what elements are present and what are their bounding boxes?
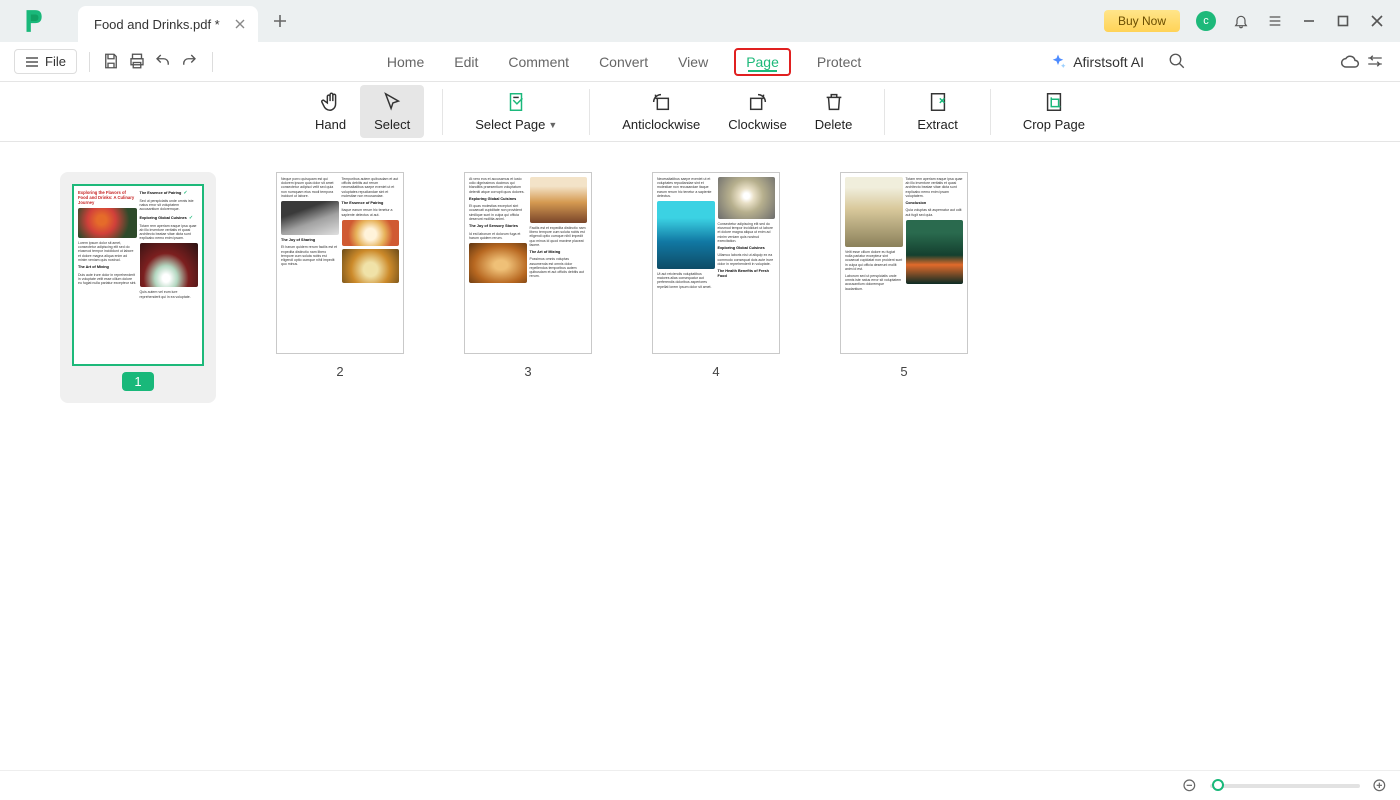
tool-anticlockwise[interactable]: Anticlockwise (608, 85, 714, 138)
crop-icon (1043, 91, 1065, 113)
rotate-right-icon (747, 91, 769, 113)
close-window-icon[interactable] (1368, 12, 1386, 30)
page-thumbnail-4[interactable]: Necessitatibus saepe eveniet ut et volup… (652, 172, 780, 379)
tool-clockwise[interactable]: Clockwise (714, 85, 801, 138)
tool-hand[interactable]: Hand (301, 85, 360, 138)
thumbnail-image (530, 177, 588, 223)
select-page-icon (505, 91, 527, 113)
document-tab-title: Food and Drinks.pdf * (94, 17, 220, 32)
thumbnail-image (78, 208, 137, 238)
page-number: 5 (900, 364, 907, 379)
tool-extract[interactable]: Extract (903, 85, 971, 138)
menu-icon[interactable] (1266, 12, 1284, 30)
menu-page-highlight: Page (734, 48, 791, 76)
search-icon[interactable] (1168, 52, 1188, 72)
menu-comment[interactable]: Comment (504, 48, 573, 76)
tool-crop[interactable]: Crop Page (1009, 85, 1099, 138)
menu-view[interactable]: View (674, 48, 712, 76)
ai-button[interactable]: Afirstsoft AI (1049, 53, 1144, 71)
minimize-icon[interactable] (1300, 12, 1318, 30)
print-icon[interactable] (128, 52, 148, 72)
cloud-icon[interactable] (1340, 52, 1360, 72)
document-tab[interactable]: Food and Drinks.pdf * (78, 6, 258, 42)
page-number: 2 (336, 364, 343, 379)
page-thumbnail-1[interactable]: Exploring the Flavors of Food and Drinks… (60, 172, 216, 403)
user-avatar[interactable]: c (1196, 11, 1216, 31)
page-number: 1 (122, 372, 153, 391)
thumbnail-image (469, 243, 527, 283)
zoom-out-icon[interactable] (1182, 778, 1198, 794)
thumbnail-image (342, 220, 400, 246)
thumbnail-image (657, 201, 715, 269)
menu-page[interactable]: Page (746, 54, 779, 70)
zoom-slider[interactable] (1210, 784, 1360, 788)
undo-icon[interactable] (154, 52, 174, 72)
menu-protect[interactable]: Protect (813, 48, 865, 76)
panel-toggle-icon[interactable] (1366, 52, 1386, 72)
chevron-down-icon: ▼ (548, 120, 557, 130)
trash-icon (823, 91, 845, 113)
page-toolbar: Hand Select Select Page▼ Anticlockwise C… (0, 82, 1400, 142)
file-menu-button[interactable]: File (14, 49, 77, 74)
menu-home[interactable]: Home (383, 48, 428, 76)
cursor-icon (381, 91, 403, 113)
app-logo (18, 6, 48, 36)
thumbnail-image (718, 177, 776, 219)
new-tab-button[interactable] (266, 7, 294, 35)
thumbnail-image (281, 201, 339, 235)
menu-convert[interactable]: Convert (595, 48, 652, 76)
tool-select-page[interactable]: Select Page▼ (461, 85, 571, 138)
menubar: File Home Edit Comment Convert View Page… (0, 42, 1400, 82)
tool-select[interactable]: Select (360, 85, 424, 138)
statusbar (0, 770, 1400, 800)
close-tab-icon[interactable] (232, 16, 248, 32)
zoom-in-icon[interactable] (1372, 778, 1388, 794)
bell-icon[interactable] (1232, 12, 1250, 30)
save-icon[interactable] (102, 52, 122, 72)
page-number: 3 (524, 364, 531, 379)
tool-delete[interactable]: Delete (801, 85, 867, 138)
page-thumbnail-area: Exploring the Flavors of Food and Drinks… (0, 142, 1400, 770)
zoom-slider-knob[interactable] (1212, 779, 1224, 791)
page-thumbnail-5[interactable]: Velit esse cillum dolore eu fugiat nulla… (840, 172, 968, 379)
rotate-left-icon (650, 91, 672, 113)
menu-edit[interactable]: Edit (450, 48, 482, 76)
buy-now-button[interactable]: Buy Now (1104, 10, 1180, 32)
titlebar: Food and Drinks.pdf * Buy Now c (0, 0, 1400, 42)
extract-icon (927, 91, 949, 113)
page-number: 4 (712, 364, 719, 379)
thumbnail-image (845, 177, 903, 247)
redo-icon[interactable] (180, 52, 200, 72)
maximize-icon[interactable] (1334, 12, 1352, 30)
thumbnail-image (342, 249, 400, 283)
page-thumbnail-3[interactable]: At vero eos et accusamus et iusto odio d… (464, 172, 592, 379)
thumbnail-image (906, 220, 964, 284)
hand-icon (320, 91, 342, 113)
page-thumbnail-2[interactable]: Neque porro quisquam est qui dolorem ips… (276, 172, 404, 379)
thumbnail-image (140, 243, 199, 287)
